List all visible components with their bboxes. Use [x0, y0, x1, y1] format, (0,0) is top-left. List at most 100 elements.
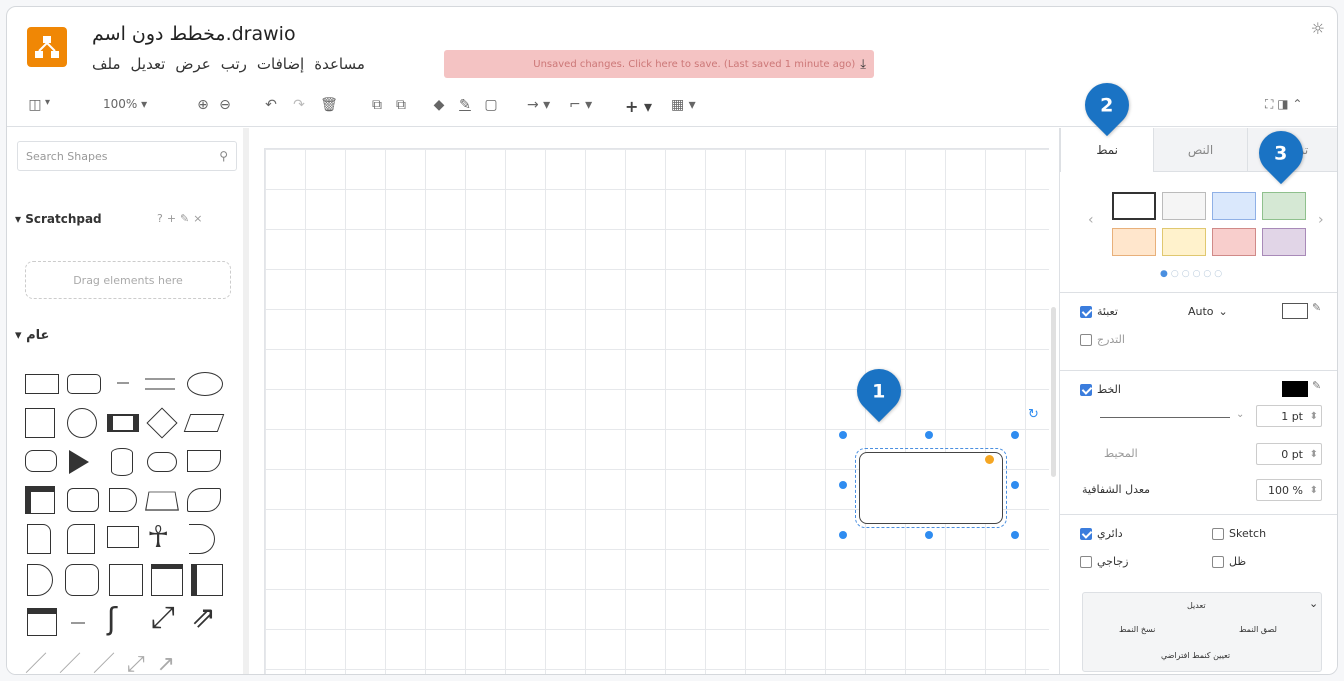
delete-icon[interactable]: 🗑 [320, 96, 338, 114]
fill-row[interactable]: تعبئة [1080, 305, 1118, 318]
connector-lines[interactable]: ／／／⤢↗ [25, 646, 187, 674]
fill-color-icon[interactable]: ◆ [431, 96, 447, 114]
shadow-row[interactable]: ظل [1212, 555, 1246, 568]
shadow-icon[interactable]: ▢ [483, 96, 499, 114]
copy-style-button[interactable]: نسخ النمط [1119, 625, 1155, 634]
diagram-canvas[interactable] [252, 128, 1052, 674]
resize-handle-ne[interactable] [1011, 431, 1019, 439]
canvas-scrollbar[interactable] [1051, 307, 1056, 477]
shape-textbox[interactable] [145, 378, 175, 390]
shape-callout[interactable] [107, 526, 139, 548]
rounded-row[interactable]: دائري [1080, 527, 1123, 540]
rotate-icon[interactable]: ↻ [1028, 407, 1039, 422]
eyedropper-icon[interactable]: ✎ [1312, 301, 1321, 314]
chevron-down-icon[interactable]: ▾ [45, 97, 50, 108]
shape-text[interactable] [117, 382, 129, 384]
line-checkbox[interactable] [1080, 383, 1092, 396]
scratchpad-dropzone[interactable]: Drag elements here [25, 261, 231, 299]
chevron-down-icon[interactable]: ⌄ [1309, 597, 1318, 610]
shape-rectangle[interactable] [25, 374, 59, 394]
zoom-in-icon[interactable]: ⊕ [195, 96, 211, 114]
resize-handle-s[interactable] [925, 531, 933, 539]
sketch-row[interactable]: Sketch [1212, 527, 1266, 540]
chevron-left-icon[interactable]: ‹ [1088, 212, 1094, 228]
shape-cylinder[interactable] [111, 448, 133, 476]
to-back-icon[interactable]: ⧉ [393, 96, 409, 114]
style-swatch-2[interactable] [1162, 192, 1206, 220]
scratchpad-tools[interactable]: ?+✎× [157, 212, 207, 225]
shape-process[interactable] [107, 414, 139, 432]
style-swatch-8[interactable] [1262, 228, 1306, 256]
menu-edit[interactable]: تعديل [131, 55, 166, 73]
rounded-checkbox[interactable] [1080, 527, 1092, 540]
resize-handle-n[interactable] [925, 431, 933, 439]
curve-icon[interactable]: ʃ [107, 602, 117, 637]
resize-handle-e[interactable] [1011, 481, 1019, 489]
document-title[interactable]: مخطط دون اسم.drawio [92, 23, 296, 45]
shape-note[interactable] [27, 524, 51, 554]
redo-icon[interactable]: ↷ [291, 96, 307, 114]
glass-checkbox[interactable] [1080, 555, 1092, 568]
shape-hexagon[interactable] [25, 450, 57, 472]
shape-data-storage[interactable] [65, 564, 99, 596]
sketch-checkbox[interactable] [1212, 527, 1224, 540]
shape-ellipse[interactable] [187, 372, 223, 396]
waypoints-icon[interactable]: ⌐ ▾ [569, 97, 592, 113]
menu-extras[interactable]: إضافات [257, 55, 304, 73]
fill-color-swatch[interactable] [1282, 303, 1308, 319]
fill-checkbox[interactable] [1080, 305, 1092, 318]
resize-handle-nw[interactable] [839, 431, 847, 439]
line-width-stepper[interactable]: 1 pt [1256, 405, 1322, 427]
sun-icon[interactable]: ☼ [1311, 19, 1325, 38]
shape-frame[interactable] [109, 564, 143, 596]
menu-help[interactable]: مساعدة [314, 55, 365, 73]
shape-trapezoid[interactable] [145, 491, 179, 511]
arrow-icon[interactable]: ⇗ [191, 600, 216, 635]
shape-circle[interactable] [67, 408, 97, 438]
tab-text[interactable]: النص [1153, 128, 1247, 172]
line-pattern-select[interactable] [1100, 417, 1230, 418]
gradient-row[interactable]: التدرج [1080, 333, 1125, 346]
fill-select[interactable]: Auto ⌄ [1188, 305, 1228, 318]
unsaved-changes-banner[interactable]: Unsaved changes. Click here to save. (La… [444, 50, 874, 78]
left-scrollbar[interactable] [243, 128, 249, 674]
menu-arrange[interactable]: رتب [221, 55, 247, 73]
resize-handle-sw[interactable] [839, 531, 847, 539]
shape-square[interactable] [25, 408, 55, 438]
line-color-swatch[interactable] [1282, 381, 1308, 397]
style-swatch-7[interactable] [1212, 228, 1256, 256]
general-title[interactable]: ▾ عام [15, 328, 49, 343]
style-swatch-1[interactable] [1112, 192, 1156, 220]
style-swatch-5[interactable] [1112, 228, 1156, 256]
shape-triangle[interactable] [69, 450, 89, 474]
resize-handle-w[interactable] [839, 481, 847, 489]
style-swatch-6[interactable] [1162, 228, 1206, 256]
shape-cube[interactable] [67, 488, 99, 512]
chevron-right-icon[interactable]: › [1318, 212, 1324, 228]
search-input[interactable]: Search Shapes ⚲ [17, 141, 237, 171]
shape-line[interactable] [71, 622, 85, 624]
shape-swimlane[interactable] [191, 564, 223, 596]
table-icon[interactable]: ▦ ▾ [671, 97, 696, 113]
rounding-handle[interactable] [985, 455, 994, 464]
shape-container[interactable] [151, 564, 183, 596]
edit-style-button[interactable]: تعديل [1187, 601, 1206, 610]
set-default-style-button[interactable]: تعيين كنمط افتراضي [1161, 651, 1230, 660]
resize-handle-se[interactable] [1011, 531, 1019, 539]
paste-style-button[interactable]: لصق النمط [1239, 625, 1277, 634]
gradient-checkbox[interactable] [1080, 333, 1092, 346]
chevron-down-icon[interactable]: ⌄ [1236, 409, 1244, 420]
connection-style-icon[interactable]: → ▾ [527, 97, 550, 113]
actor-icon[interactable]: ☥ [147, 520, 169, 556]
shape-document[interactable] [187, 450, 221, 472]
eyedropper-icon[interactable]: ✎ [1312, 379, 1321, 392]
shape-list[interactable] [27, 608, 57, 636]
panel-layout-icon[interactable]: ◫ [27, 96, 43, 114]
shape-tape[interactable] [187, 488, 221, 512]
shape-delay[interactable] [27, 564, 53, 596]
shape-cloud[interactable] [147, 452, 177, 472]
shadow-checkbox[interactable] [1212, 555, 1224, 568]
fullscreen-icon[interactable]: ⛶ ◨ ⌃ [1265, 97, 1302, 112]
zoom-out-icon[interactable]: ⊖ [217, 96, 233, 114]
shape-or[interactable] [189, 524, 215, 554]
